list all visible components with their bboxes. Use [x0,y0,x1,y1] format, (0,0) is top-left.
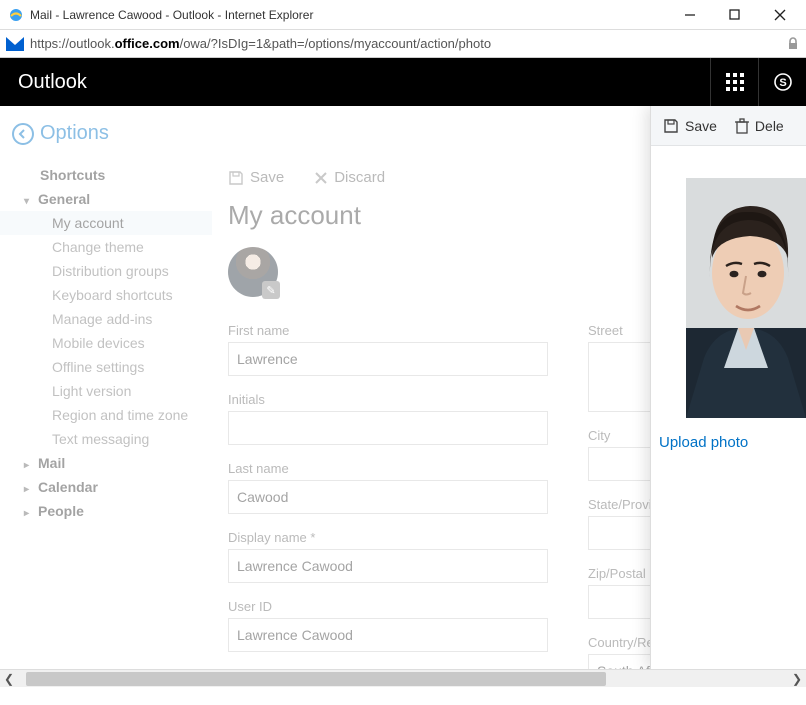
url-pre: https://outlook. [30,36,115,51]
horizontal-scrollbar[interactable]: ❮ ❯ [0,669,806,687]
save-icon [663,118,679,134]
outlook-header: Outlook S [0,58,806,106]
label-display-name: Display name * [228,530,548,545]
street-input[interactable] [588,342,650,412]
nav-offline-settings[interactable]: Offline settings [0,355,212,379]
form-toolbar: Save Discard [228,165,650,196]
mail-favicon-icon [6,37,24,51]
ie-icon [8,7,24,23]
nav-shortcuts[interactable]: Shortcuts [0,163,212,187]
address-bar[interactable]: https://outlook.office.com/owa/?IsDIg=1&… [0,30,806,58]
form-save-button[interactable]: Save [228,169,284,186]
options-title: Options [40,122,109,145]
nav-mobile-devices[interactable]: Mobile devices [0,331,212,355]
nav-manage-addins[interactable]: Manage add-ins [0,307,212,331]
flyout-toolbar: Save Dele [651,106,806,146]
close-button[interactable] [757,1,802,29]
label-user-id: User ID [228,599,548,614]
label-zip: Zip/Postal [588,566,650,581]
maximize-button[interactable] [712,1,757,29]
nav-text-messaging[interactable]: Text messaging [0,427,212,451]
window-titlebar: Mail - Lawrence Cawood - Outlook - Inter… [0,0,806,30]
label-city: City [588,428,650,443]
svg-text:S: S [779,77,786,89]
label-country: Country/Re [588,635,650,650]
outlook-brand: Outlook [18,71,710,94]
scroll-thumb[interactable] [26,672,606,686]
trash-icon [735,118,749,134]
form-area: Save Discard My account First name Initi… [212,157,650,684]
url-path: /owa/?IsDIg=1&path=/options/myaccount/ac… [180,36,491,51]
flyout-save-button[interactable]: Save [663,118,717,134]
display-name-input[interactable] [228,549,548,583]
skype-button[interactable]: S [758,58,806,106]
url-text: https://outlook.office.com/owa/?IsDIg=1&… [30,36,780,51]
nav-distribution-groups[interactable]: Distribution groups [0,259,212,283]
flyout-save-label: Save [685,118,717,134]
city-input[interactable] [588,447,650,481]
form-discard-button[interactable]: Discard [314,169,385,186]
form-save-label: Save [250,169,284,186]
scroll-left-button[interactable]: ❮ [0,670,18,688]
nav-people[interactable]: People [0,499,212,523]
nav-region-timezone[interactable]: Region and time zone [0,403,212,427]
page-title: My account [228,200,650,231]
label-initials: Initials [228,392,548,407]
form-col-1: First name Initials Last name Display na… [228,319,548,684]
url-host: office.com [115,36,180,51]
options-header[interactable]: Options [0,106,650,157]
save-icon [228,170,244,186]
nav-general[interactable]: General [0,187,212,211]
scroll-track[interactable] [18,670,788,688]
back-icon[interactable] [12,123,34,145]
state-input[interactable] [588,516,650,550]
nav-light-version[interactable]: Light version [0,379,212,403]
nav-mail[interactable]: Mail [0,451,212,475]
nav-change-theme[interactable]: Change theme [0,235,212,259]
nav-calendar[interactable]: Calendar [0,475,212,499]
lock-icon [786,37,800,51]
user-id-input[interactable] [228,618,548,652]
profile-photo-preview [686,178,806,418]
form-col-2: Street City State/Provi Zip/Postal Count… [588,319,650,684]
options-nav: Shortcuts General My account Change them… [0,157,212,684]
zip-input[interactable] [588,585,650,619]
nav-keyboard-shortcuts[interactable]: Keyboard shortcuts [0,283,212,307]
app-launcher-button[interactable] [710,58,758,106]
label-last-name: Last name [228,461,548,476]
discard-icon [314,171,328,185]
flyout-delete-label: Dele [755,118,784,134]
options-pane: Options Shortcuts General My account Cha… [0,106,650,687]
upload-photo-link[interactable]: Upload photo [651,434,806,451]
minimize-button[interactable] [667,1,712,29]
content-area: Options Shortcuts General My account Cha… [0,106,806,687]
initials-input[interactable] [228,411,548,445]
label-state: State/Provi [588,497,650,512]
flyout-delete-button[interactable]: Dele [735,118,784,134]
label-street: Street [588,323,650,338]
label-first-name: First name [228,323,548,338]
avatar-edit-button[interactable] [228,247,278,297]
scroll-right-button[interactable]: ❯ [788,670,806,688]
form-discard-label: Discard [334,169,385,186]
window-title: Mail - Lawrence Cawood - Outlook - Inter… [30,8,667,22]
first-name-input[interactable] [228,342,548,376]
photo-flyout: Save Dele [650,106,806,669]
nav-my-account[interactable]: My account [0,211,212,235]
last-name-input[interactable] [228,480,548,514]
